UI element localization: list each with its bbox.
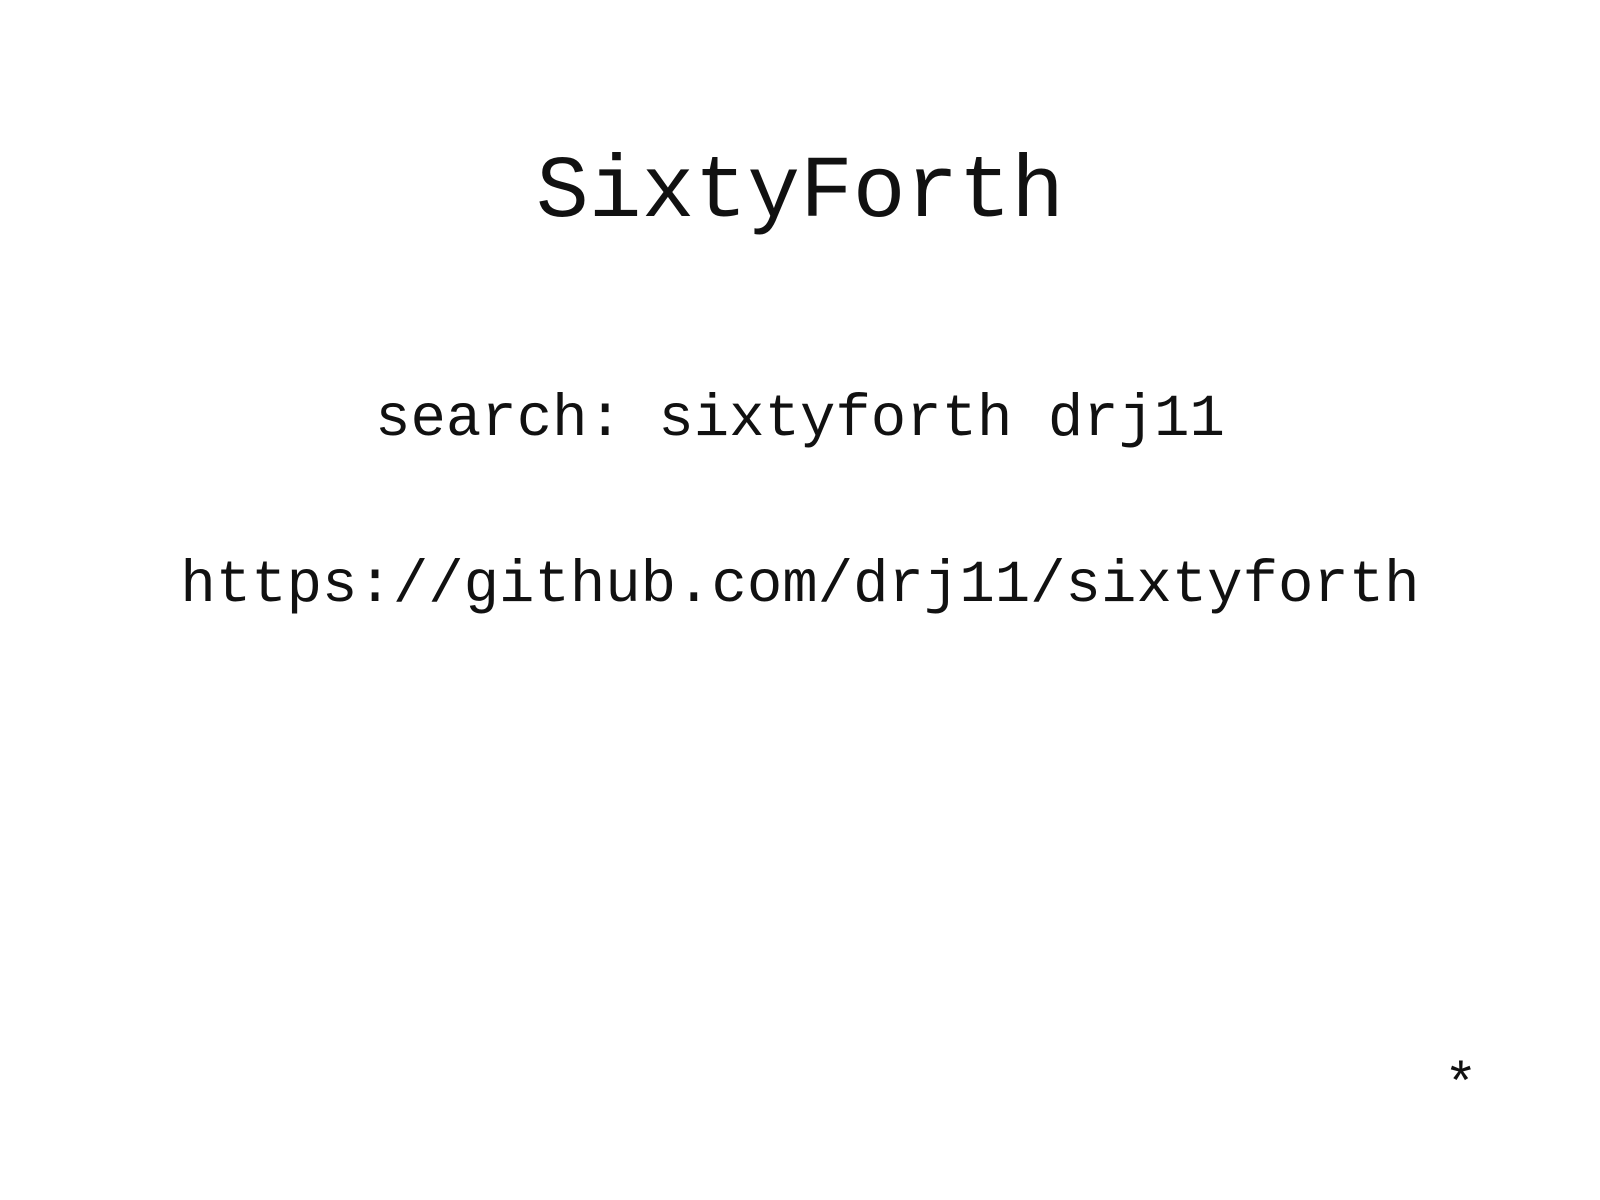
slide: SixtyForth search: sixtyforth drj11 http…: [0, 0, 1600, 1200]
repository-url: https://github.com/drj11/sixtyforth: [180, 552, 1420, 619]
search-hint-text: search: sixtyforth drj11: [375, 386, 1225, 453]
asterisk-marker: *: [1444, 1054, 1478, 1118]
slide-title: SixtyForth: [535, 144, 1065, 243]
